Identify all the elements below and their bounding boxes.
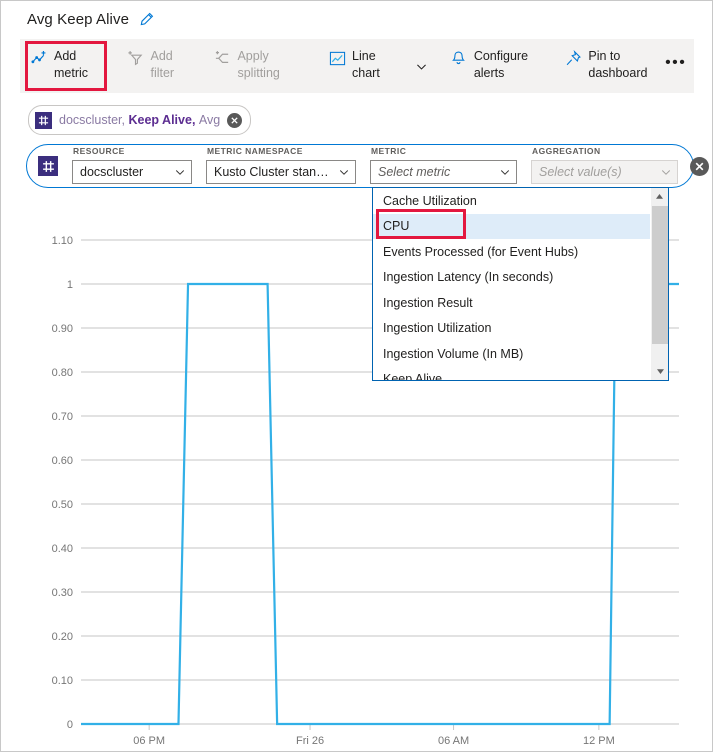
triangle-down-icon[interactable]: [651, 363, 668, 380]
aggregation-placeholder: Select value(s): [539, 164, 622, 179]
y-axis-tick-label: 0.80: [52, 367, 73, 379]
more-commands-label: •••: [665, 54, 687, 71]
y-axis-tick-label: 0.30: [52, 587, 73, 599]
metric-namespace-field-label: METRIC NAMESPACE: [207, 146, 303, 156]
aggregation-field: AGGREGATION Select value(s): [531, 144, 678, 188]
resource-combobox[interactable]: docscluster: [72, 159, 192, 184]
metric-field-label: METRIC: [371, 146, 407, 156]
pin-to-dashboard-label: Pin to dashboard: [588, 49, 648, 80]
y-axis-tick-label: 0.70: [52, 411, 73, 423]
chart-type-chevron[interactable]: [410, 39, 434, 93]
triangle-up-icon[interactable]: [651, 188, 668, 205]
x-axis-tick-label: Fri 26: [296, 735, 324, 747]
metric-namespace-value: Kusto Cluster stand...: [214, 164, 333, 179]
dropdown-item-label: CPU: [383, 219, 410, 234]
dropdown-item-label: Ingestion Latency (In seconds): [383, 270, 554, 285]
metric-glyph-icon: [35, 111, 52, 129]
series-chip[interactable]: docscluster, Keep Alive, Avg: [28, 105, 252, 135]
dropdown-item[interactable]: Ingestion Volume (In MB): [373, 341, 650, 367]
add-filter-label: Add filter: [150, 49, 175, 80]
line-chart-icon: [328, 49, 346, 67]
metric-namespace-field: METRIC NAMESPACE Kusto Cluster stand...: [206, 144, 356, 188]
resource-field: RESOURCE docscluster: [72, 144, 192, 188]
chevron-down-icon: [337, 166, 351, 178]
series-chip-row: docscluster, Keep Alive, Avg: [28, 105, 252, 135]
chevron-down-icon: [659, 166, 673, 178]
add-filter-button[interactable]: Add filter: [116, 39, 203, 93]
pencil-icon[interactable]: [137, 10, 155, 28]
add-metric-button[interactable]: Add metric: [20, 39, 116, 93]
y-axis-tick-label: 0.90: [52, 323, 73, 335]
apply-splitting-icon: [213, 49, 231, 67]
more-commands-button[interactable]: •••: [657, 39, 694, 93]
page-title: Avg Keep Alive: [27, 10, 130, 28]
aggregation-combobox[interactable]: Select value(s): [531, 159, 678, 184]
y-axis-tick-label: 0.40: [52, 543, 73, 555]
y-axis-tick-label: 0: [67, 719, 73, 731]
pin-icon: [564, 49, 582, 67]
dropdown-item[interactable]: Cache Utilization: [373, 188, 650, 214]
dropdown-item[interactable]: Keep Alive: [373, 367, 650, 380]
dropdown-item[interactable]: CPU: [373, 213, 650, 239]
dropdown-item-label: Ingestion Utilization: [383, 321, 492, 336]
series-chip-label: docscluster, Keep Alive, Avg: [59, 113, 221, 127]
metric-field: METRIC Select metric: [370, 144, 517, 188]
series-chip-metric: Keep Alive: [128, 113, 192, 127]
y-axis-tick-label: 0.20: [52, 631, 73, 643]
y-axis-tick-label: 0.50: [52, 499, 73, 511]
chevron-down-icon: [173, 166, 187, 178]
metric-placeholder: Select metric: [378, 164, 451, 179]
dropdown-item[interactable]: Ingestion Latency (In seconds): [373, 265, 650, 291]
series-chip-aggregation: Avg: [198, 113, 221, 127]
chart-type-label: Line chart: [352, 49, 380, 80]
metric-picker-bar: RESOURCE docscluster METRIC NAMESPACE Ku…: [26, 144, 709, 188]
scrollbar-thumb[interactable]: [652, 206, 668, 344]
configure-alerts-label: Configure alerts: [473, 49, 529, 80]
dropdown-item-label: Cache Utilization: [383, 193, 477, 208]
dropdown-item[interactable]: Events Processed (for Event Hubs): [373, 239, 650, 265]
y-axis-tick-label: 0.10: [52, 675, 73, 687]
add-filter-icon: [126, 49, 144, 67]
chart-titlebar: Avg Keep Alive: [1, 1, 712, 37]
x-axis-tick-label: 06 PM: [133, 735, 165, 747]
metric-dropdown-list[interactable]: Cache Utilization CPU Events Processed (fo…: [373, 188, 650, 380]
configure-alerts-button[interactable]: Configure alerts: [440, 39, 539, 93]
dropdown-item-label: Keep Alive: [383, 372, 443, 380]
metrics-explorer-page: Avg Keep Alive Add metric Add filter App…: [0, 0, 713, 752]
dropdown-item-label: Ingestion Result: [383, 295, 473, 310]
close-icon[interactable]: [227, 112, 243, 128]
apply-splitting-button[interactable]: Apply splitting: [203, 39, 302, 93]
pin-to-dashboard-button[interactable]: Pin to dashboard: [554, 39, 657, 93]
chart-type-button[interactable]: Line chart: [318, 39, 410, 93]
metrics-toolbar: Add metric Add filter Apply splitting Li…: [20, 39, 694, 93]
add-metric-label: Add metric: [54, 49, 89, 80]
add-metric-icon: [30, 49, 48, 67]
metric-combobox[interactable]: Select metric: [370, 159, 517, 184]
apply-splitting-label: Apply splitting: [237, 49, 280, 80]
x-axis-tick-label: 12 PM: [583, 735, 615, 747]
resource-field-label: RESOURCE: [73, 146, 125, 156]
y-axis-tick-label: 1.10: [52, 235, 73, 247]
resource-value: docscluster: [80, 164, 144, 179]
dropdown-scrollbar[interactable]: [650, 188, 668, 380]
y-axis-tick-label: 0.60: [52, 455, 73, 467]
dropdown-item-label: Events Processed (for Event Hubs): [383, 244, 579, 259]
aggregation-field-label: AGGREGATION: [532, 146, 601, 156]
x-axis-tick-label: 06 AM: [438, 735, 469, 747]
dropdown-item[interactable]: Ingestion Utilization: [373, 316, 650, 342]
y-axis-tick-label: 1: [67, 279, 73, 291]
metric-dropdown: Cache Utilization CPU Events Processed (fo…: [372, 187, 669, 381]
series-chip-resource: docscluster: [59, 113, 122, 127]
metric-namespace-combobox[interactable]: Kusto Cluster stand...: [206, 159, 356, 184]
dropdown-item-label: Ingestion Volume (In MB): [383, 346, 524, 361]
remove-metric-button[interactable]: [690, 156, 709, 176]
dropdown-item[interactable]: Ingestion Result: [373, 290, 650, 316]
metric-glyph-icon: [38, 156, 58, 176]
chevron-down-icon: [498, 166, 512, 178]
bell-icon: [450, 49, 468, 67]
